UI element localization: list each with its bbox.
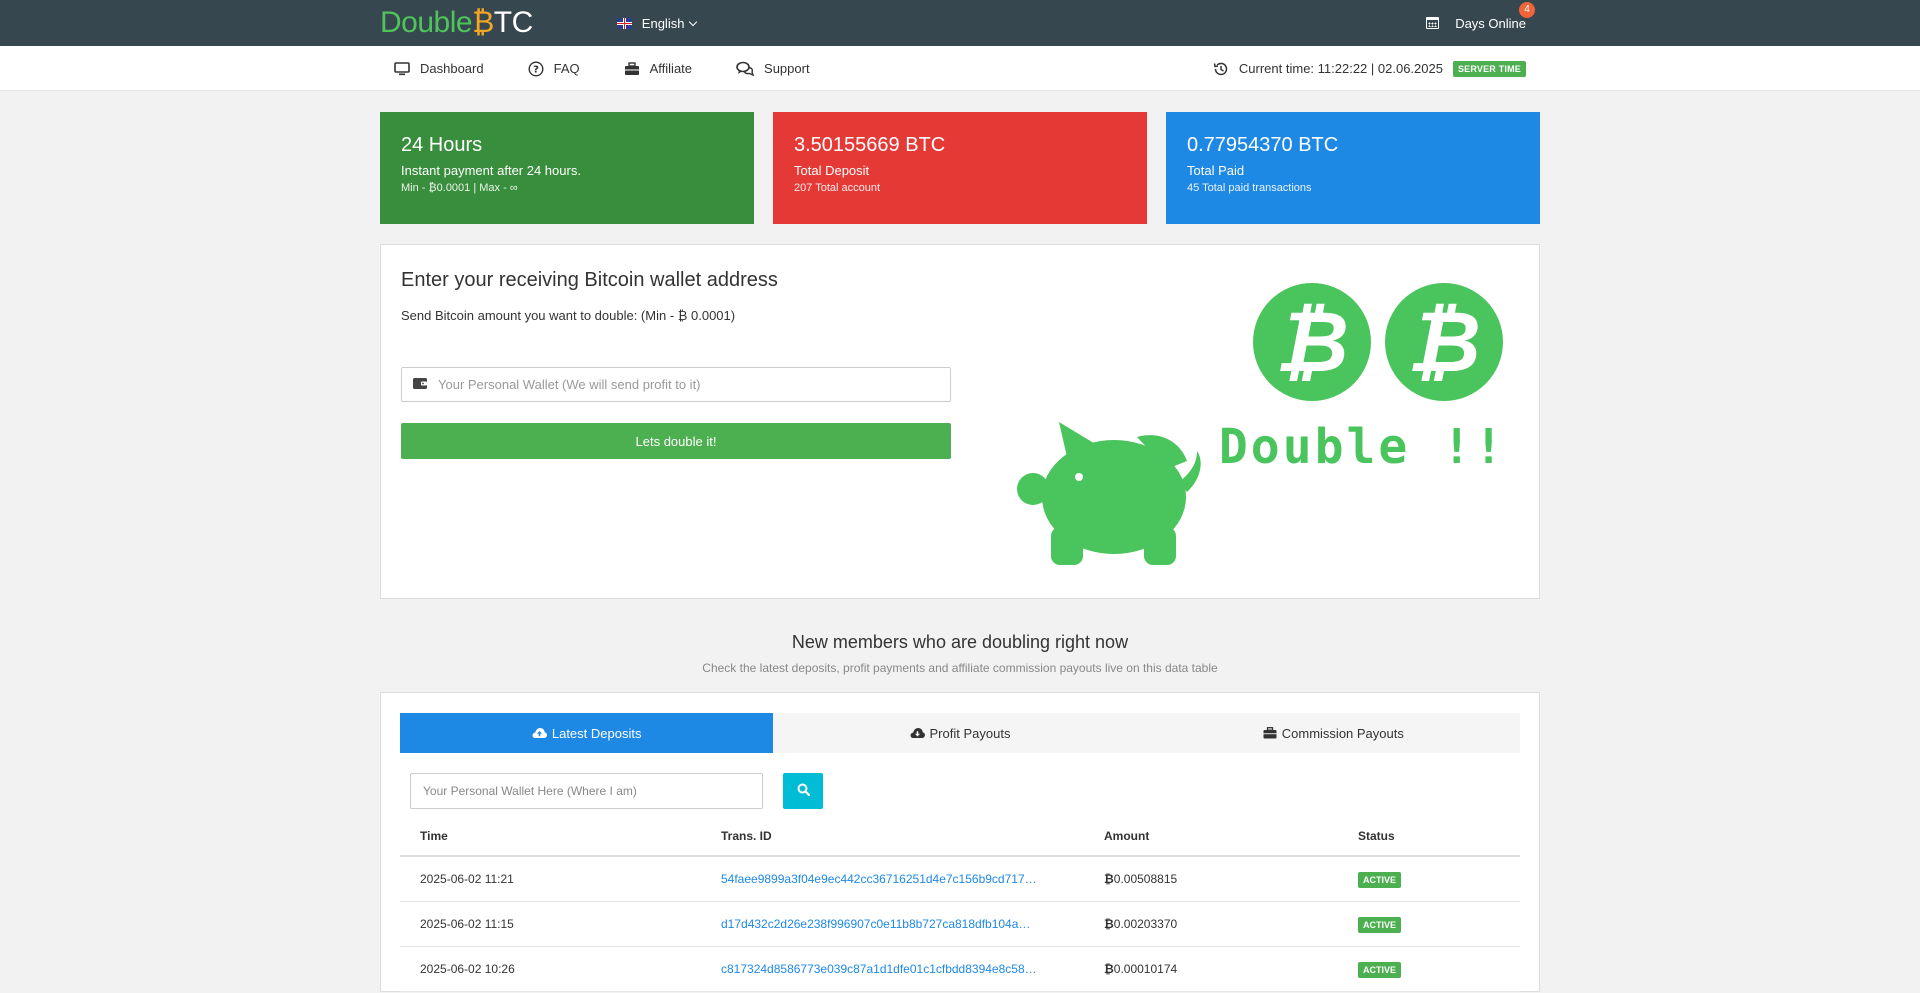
wallet-address-input[interactable] xyxy=(438,377,918,392)
logo-bitcoin-symbol: ₿ xyxy=(472,6,494,39)
row-transaction-link[interactable]: d17d432c2d26e238f996907c0e11b8b727ca818d… xyxy=(721,917,1030,931)
double-it-button[interactable]: Lets double it! xyxy=(401,423,951,459)
monitor-icon xyxy=(394,61,410,76)
status-badge: ACTIVE xyxy=(1358,961,1402,978)
logo[interactable]: Double ₿ TC xyxy=(380,6,533,40)
wallet-search-input[interactable] xyxy=(410,773,763,809)
chat-icon xyxy=(736,61,755,77)
column-header-amount: Amount xyxy=(1084,817,1338,857)
stat-card-subtitle: Instant payment after 24 hours. xyxy=(401,163,581,178)
row-transaction-link[interactable]: c817324d8586773e039c87a1d1dfe01c1cfbdd83… xyxy=(721,962,1037,976)
bitcoin-symbol-icon: ₿ xyxy=(1104,871,1114,886)
row-amount-value: 0.00203370 xyxy=(1113,916,1178,931)
table-row: 2025-06-02 10:26 c817324d8586773e039c87a… xyxy=(400,946,1520,992)
stat-card-total-deposit: 3.50155669 BTC Total Deposit 207 Total a… xyxy=(773,112,1147,224)
wallet-search-row xyxy=(400,773,1520,809)
status-badge: ACTIVE xyxy=(1358,871,1402,888)
stat-card-title: 3.50155669 BTC xyxy=(794,134,946,156)
stat-card-small: 45 Total paid transactions xyxy=(1187,182,1312,194)
row-amount: ₿0.00508815 xyxy=(1084,856,1338,902)
nav-dashboard[interactable]: Dashboard xyxy=(394,61,484,76)
nav-affiliate-label: Affiliate xyxy=(649,61,693,76)
current-time-text: Current time: 11:22:22 | 02.06.2025 xyxy=(1238,61,1443,76)
table-header-row: Time Trans. ID Amount Status xyxy=(400,817,1520,857)
days-online[interactable]: Days Online 4 xyxy=(1426,1,1535,31)
wallet-panel: Enter your receiving Bitcoin wallet addr… xyxy=(380,244,1540,599)
nav-dashboard-label: Dashboard xyxy=(420,61,484,76)
row-time: 2025-06-02 10:26 xyxy=(400,946,701,992)
top-bar: Double ₿ TC English Days Online 4 xyxy=(0,0,1920,46)
column-header-time: Time xyxy=(400,817,701,857)
piggy-bank-icon xyxy=(1017,417,1217,570)
tab-profit-payouts-label: Profit Payouts xyxy=(929,725,1011,741)
server-time-badge: SERVER TIME xyxy=(1452,60,1526,77)
uk-flag-icon xyxy=(616,17,632,29)
bitcoin-symbol-icon: ₿ xyxy=(1104,916,1114,931)
transaction-tabs: Latest Deposits Profit Payouts Commissio… xyxy=(400,713,1520,753)
tab-latest-deposits[interactable]: Latest Deposits xyxy=(400,713,774,753)
nav-faq[interactable]: ? FAQ xyxy=(528,60,580,77)
svg-text:?: ? xyxy=(533,64,539,75)
logo-text-double: Double xyxy=(380,6,473,39)
nav-support[interactable]: Support xyxy=(736,61,810,77)
question-circle-icon: ? xyxy=(528,60,544,77)
language-selector[interactable]: English xyxy=(616,15,698,31)
row-amount-value: 0.00010174 xyxy=(1113,961,1178,976)
wallet-panel-title: Enter your receiving Bitcoin wallet addr… xyxy=(401,269,778,291)
wallet-field[interactable] xyxy=(401,367,951,402)
nav-faq-label: FAQ xyxy=(553,61,580,76)
days-online-count-badge: 4 xyxy=(1519,1,1535,18)
tab-profit-payouts[interactable]: Profit Payouts xyxy=(773,713,1146,753)
nav-bar: Dashboard ? FAQ Affiliate Support Curren… xyxy=(0,46,1920,91)
stat-card-small: 207 Total account xyxy=(794,182,881,194)
status-badge: ACTIVE xyxy=(1358,916,1402,933)
stat-card-total-paid: 0.77954370 BTC Total Paid 45 Total paid … xyxy=(1166,112,1540,224)
row-time: 2025-06-02 11:21 xyxy=(400,856,701,902)
briefcase-icon xyxy=(1263,727,1277,739)
double-banner-text: Double !! xyxy=(1218,419,1506,475)
briefcase-icon xyxy=(624,61,640,76)
wallet-icon xyxy=(412,376,428,393)
section-subtitle: Check the latest deposits, profit paymen… xyxy=(702,661,1218,675)
row-amount: ₿0.00203370 xyxy=(1084,901,1338,947)
stat-card-subtitle: Total Paid xyxy=(1187,163,1245,178)
table-row: 2025-06-02 11:21 54faee9899a3f04e9ec442c… xyxy=(400,856,1520,902)
transactions-panel: Latest Deposits Profit Payouts Commissio… xyxy=(380,692,1540,992)
tab-latest-deposits-label: Latest Deposits xyxy=(551,725,642,741)
bitcoin-coin-icon: ₿ xyxy=(1385,283,1503,401)
search-button[interactable] xyxy=(783,773,823,809)
stats-cards: 24 Hours Instant payment after 24 hours.… xyxy=(380,112,1540,224)
calendar-icon xyxy=(1426,17,1440,29)
logo-text-tc: TC xyxy=(493,6,534,39)
chevron-down-icon xyxy=(689,17,698,26)
table-row: 2025-06-02 11:15 d17d432c2d26e238f996907… xyxy=(400,901,1520,947)
cloud-download-icon xyxy=(910,727,925,739)
stat-card-small: Min - ₿0.0001 | Max - ∞ xyxy=(401,182,518,194)
row-amount-value: 0.00508815 xyxy=(1113,871,1178,886)
column-header-status: Status xyxy=(1338,817,1520,857)
row-transaction-link[interactable]: 54faee9899a3f04e9ec442cc36716251d4e7c156… xyxy=(721,872,1037,886)
nav-support-label: Support xyxy=(764,61,810,76)
tab-commission-payouts-label: Commission Payouts xyxy=(1281,725,1404,741)
transactions-table: Time Trans. ID Amount Status 2025-06-02 … xyxy=(400,817,1520,992)
nav-affiliate[interactable]: Affiliate xyxy=(624,61,692,76)
bitcoin-coin-icon: ₿ xyxy=(1253,283,1371,401)
history-icon xyxy=(1213,61,1229,77)
cloud-upload-icon xyxy=(532,727,547,739)
stat-card-title: 24 Hours xyxy=(401,134,483,156)
row-time: 2025-06-02 11:15 xyxy=(400,901,701,947)
days-online-label: Days Online xyxy=(1455,15,1526,31)
column-header-trans-id: Trans. ID xyxy=(701,817,1084,857)
section-title: New members who are doubling right now xyxy=(791,632,1129,652)
stat-card-title: 0.77954370 BTC xyxy=(1187,134,1339,156)
tab-commission-payouts[interactable]: Commission Payouts xyxy=(1147,713,1520,753)
search-icon xyxy=(797,783,810,799)
wallet-panel-subtitle: Send Bitcoin amount you want to double: … xyxy=(401,308,736,323)
stat-card-duration: 24 Hours Instant payment after 24 hours.… xyxy=(380,112,754,224)
stat-card-subtitle: Total Deposit xyxy=(794,163,870,178)
server-time: Current time: 11:22:22 | 02.06.2025 SERV… xyxy=(1213,60,1526,77)
row-amount: ₿0.00010174 xyxy=(1084,946,1338,992)
bitcoin-symbol-icon: ₿ xyxy=(1104,961,1114,976)
language-label: English xyxy=(641,15,685,31)
